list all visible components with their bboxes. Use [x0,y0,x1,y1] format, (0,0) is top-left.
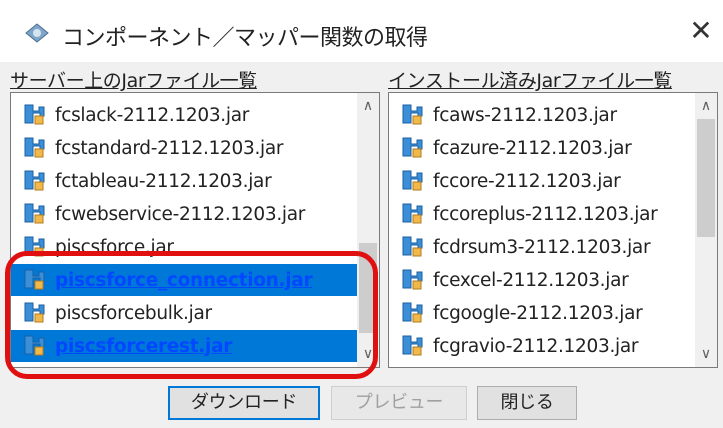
list-item-label: fcgoogle-2112.1203.jar [433,302,643,324]
list-item[interactable]: piscsforcerest.jar [11,330,357,362]
jar-file-icon [21,333,47,359]
jar-file-icon [399,201,425,227]
server-list-scrollbar[interactable]: ∧ ∨ [357,93,379,367]
list-item[interactable]: fcgoogle-2112.1203.jar [389,297,695,329]
list-item[interactable]: piscsforce_connection.jar [11,264,357,296]
installed-list-scrollbar[interactable]: ∧ ∨ [695,93,717,367]
list-item[interactable]: fctableau-2112.1203.jar [11,165,357,197]
list-item[interactable]: fcstandard-2112.1203.jar [11,132,357,164]
list-item[interactable]: fccore-2112.1203.jar [389,165,695,197]
download-button[interactable]: ダウンロード [168,386,320,420]
window-title: コンポーネント／マッパー関数の取得 [62,26,428,51]
installed-list-label: インストール済みJarファイル一覧 [388,70,672,92]
scroll-thumb[interactable] [697,119,715,237]
list-item-label: fctableau-2112.1203.jar [55,170,272,192]
list-item-label: fcaws-2112.1203.jar [433,104,617,126]
preview-button[interactable]: プレビュー [331,386,467,420]
list-item[interactable]: fcslack-2112.1203.jar [11,99,357,131]
scroll-up-icon[interactable]: ∧ [357,95,379,117]
title-bar: コンポーネント／マッパー関数の取得 ✕ [0,0,723,62]
server-list-label: サーバー上のJarファイル一覧 [10,70,257,92]
list-item-label: fcdrsum3-2112.1203.jar [433,236,651,258]
app-icon [25,23,49,43]
jar-file-icon [399,135,425,161]
list-item[interactable]: fcexcel-2112.1203.jar [389,264,695,296]
jar-file-icon [399,333,425,359]
list-item[interactable]: fccoreplus-2112.1203.jar [389,198,695,230]
list-item-label: fcslack-2112.1203.jar [55,104,250,126]
list-item-label: piscsforce_connection.jar [55,269,313,291]
list-item-label: piscsforcerest.jar [55,335,233,357]
scroll-down-icon[interactable]: ∨ [357,343,379,365]
jar-file-icon [21,102,47,128]
scroll-up-icon[interactable]: ∧ [695,95,717,117]
jar-file-icon [21,135,47,161]
close-icon[interactable]: ✕ [686,16,716,46]
list-item-label: fcstandard-2112.1203.jar [55,137,284,159]
list-item-label: fcazure-2112.1203.jar [433,137,632,159]
jar-file-icon [399,168,425,194]
list-item[interactable]: fcgravio-2112.1203.jar [389,330,695,362]
jar-file-icon [399,102,425,128]
scroll-thumb[interactable] [359,243,377,333]
list-item[interactable]: fcdrsum3-2112.1203.jar [389,231,695,263]
list-item[interactable]: piscsforcebulk.jar [11,297,357,329]
list-item-label: fccore-2112.1203.jar [433,170,621,192]
jar-file-icon [21,234,47,260]
jar-file-icon [21,201,47,227]
jar-file-icon [21,300,47,326]
list-item-label: fcwebservice-2112.1203.jar [55,203,306,225]
close-button[interactable]: 閉じる [477,386,577,420]
list-item-label: fccoreplus-2112.1203.jar [433,203,658,225]
list-item-label: fcexcel-2112.1203.jar [433,269,629,291]
list-item[interactable]: fcwebservice-2112.1203.jar [11,198,357,230]
jar-file-icon [399,300,425,326]
server-jar-list[interactable]: piscsforcerest.jar piscsforcebulk.jar pisc… [10,92,380,368]
list-item-label: piscsforce.jar [55,236,174,258]
list-item-label: piscsforcebulk.jar [55,302,212,324]
jar-file-icon [399,234,425,260]
list-item[interactable]: fcaws-2112.1203.jar [389,99,695,131]
jar-file-icon [21,267,47,293]
list-item[interactable]: piscsforce.jar [11,231,357,263]
jar-file-icon [21,168,47,194]
installed-jar-list[interactable]: fcgravio-2112.1203.jar fcgoogle-2112.1203… [388,92,718,368]
list-item[interactable]: fcazure-2112.1203.jar [389,132,695,164]
list-item-label: fcgravio-2112.1203.jar [433,335,639,357]
jar-file-icon [399,267,425,293]
scroll-down-icon[interactable]: ∨ [695,343,717,365]
